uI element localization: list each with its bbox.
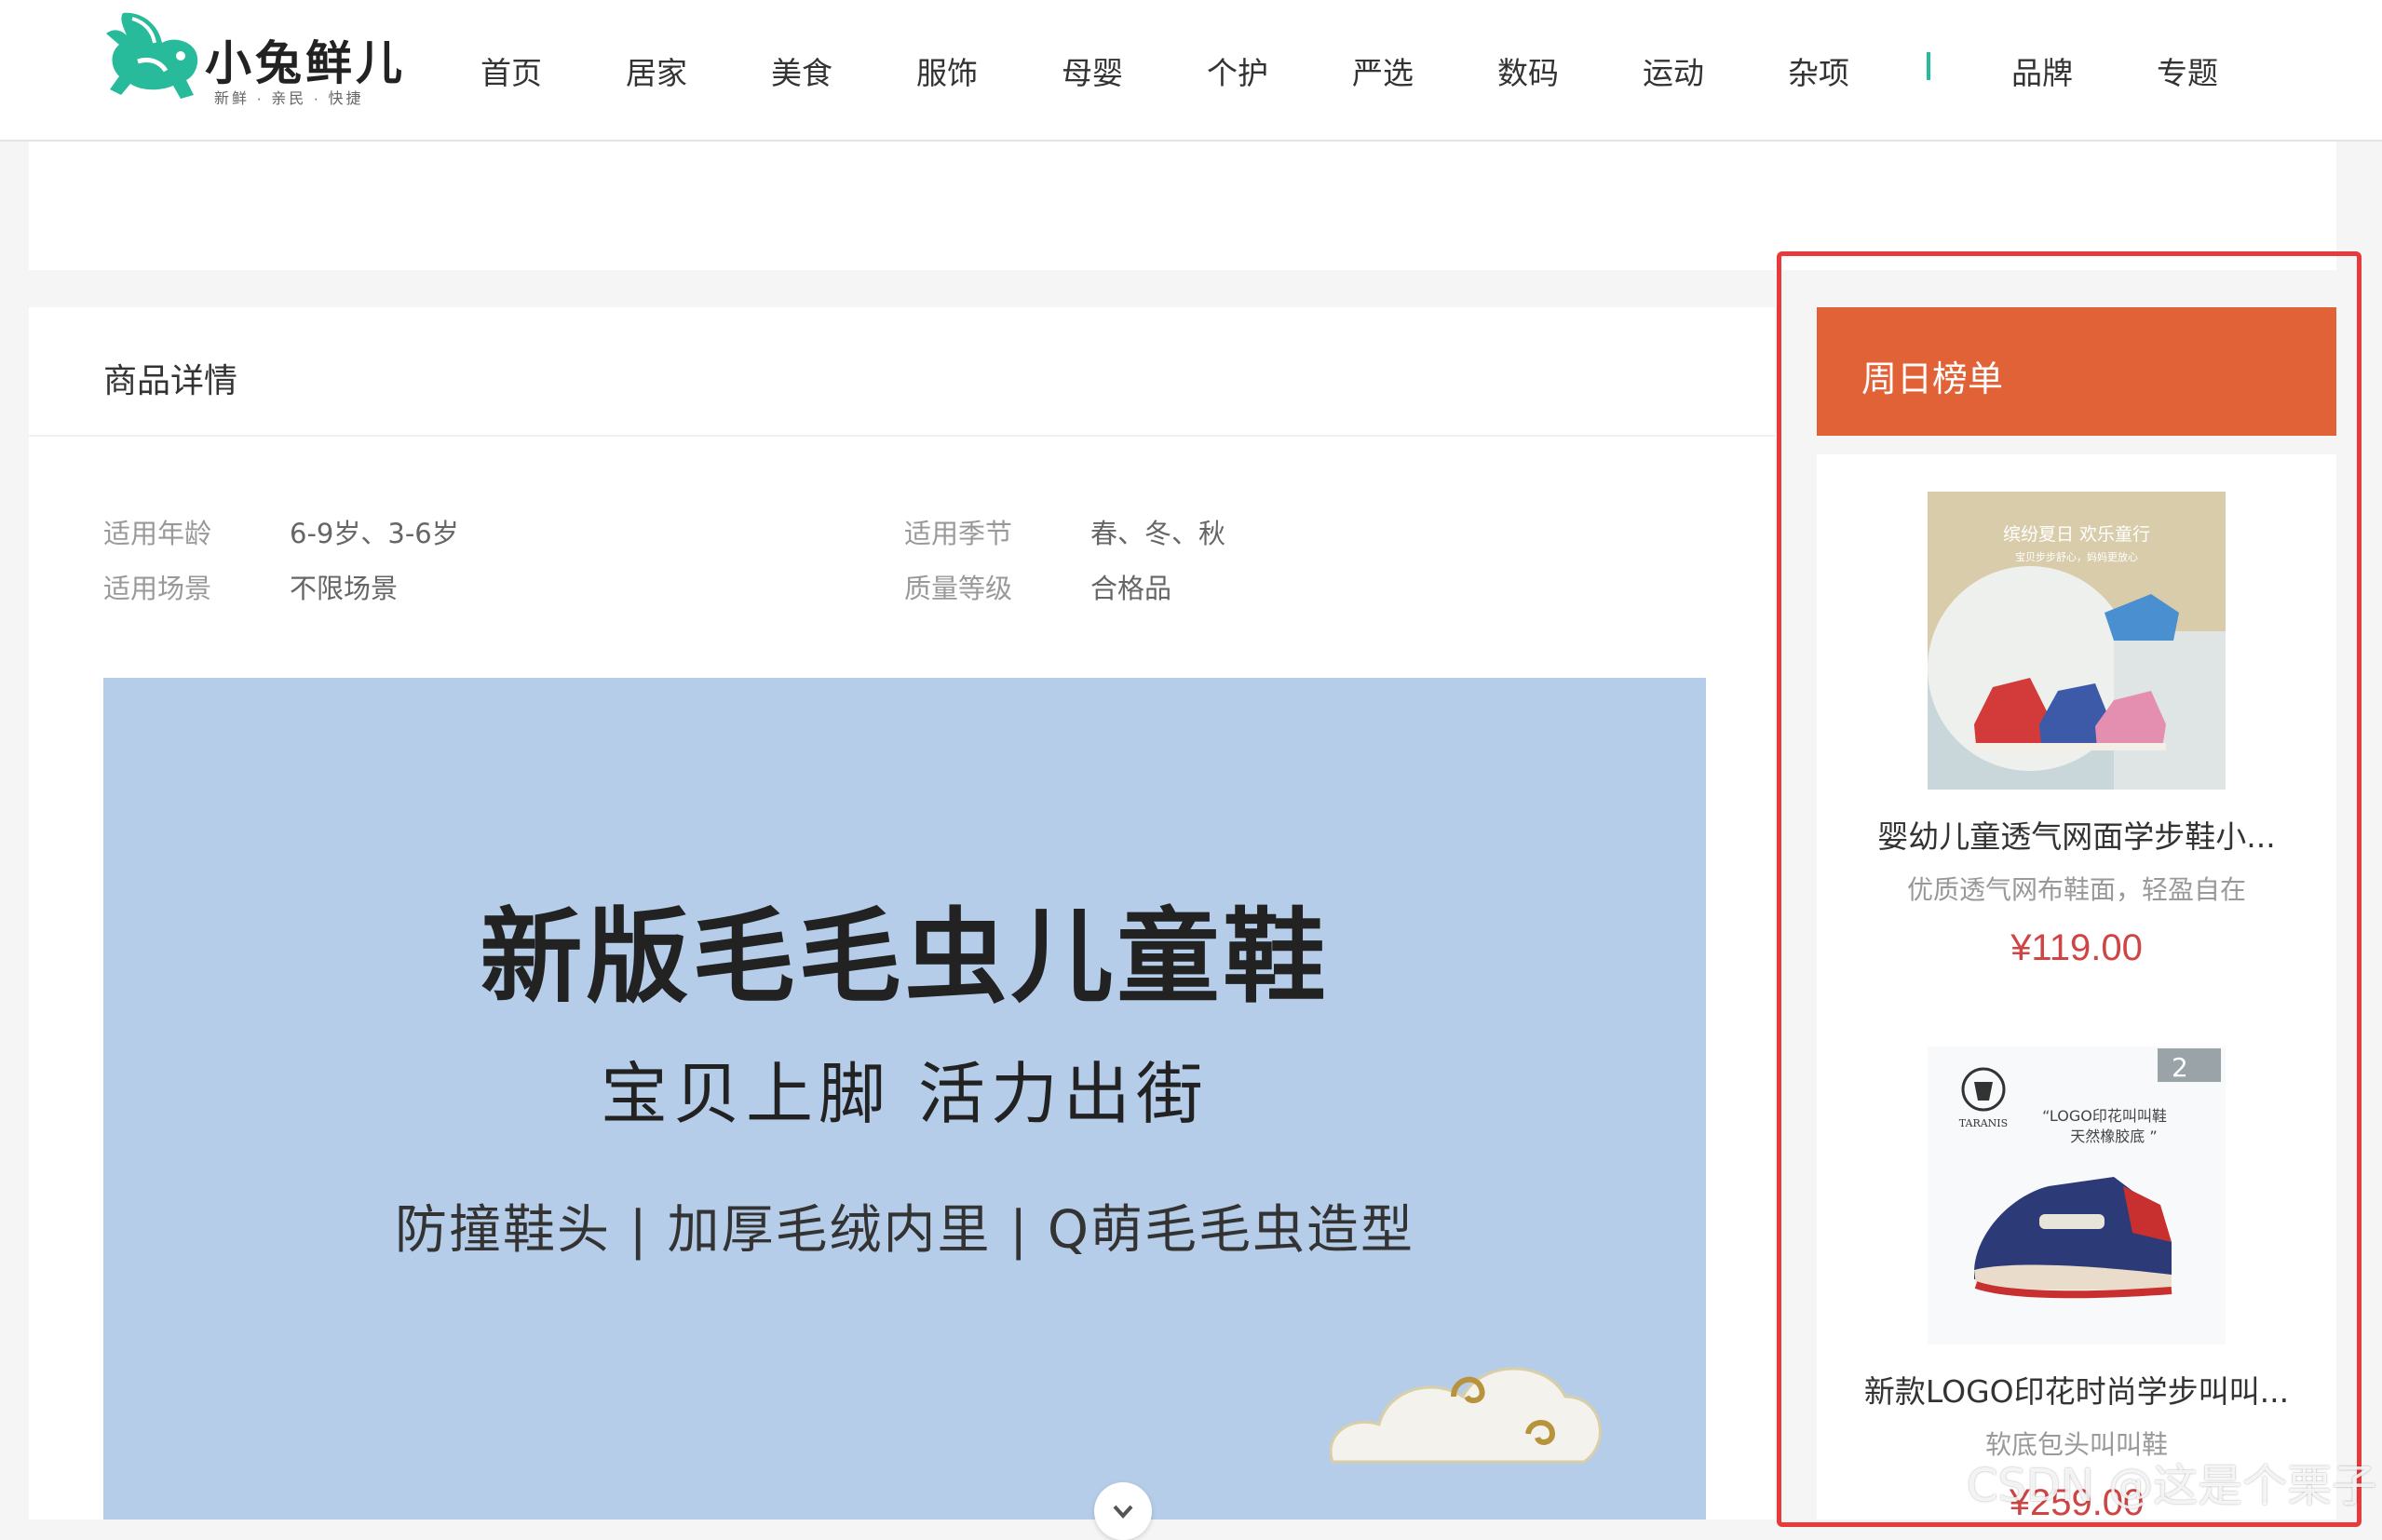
rabbit-logo-icon: [106, 12, 198, 100]
attr-name-scene: 适用场景: [103, 573, 212, 604]
scroll-down-button[interactable]: [1094, 1482, 1152, 1540]
nav-divider: [1927, 52, 1930, 80]
nav-item-misc[interactable]: 杂项: [1788, 48, 1849, 93]
nav-item-apparel[interactable]: 服饰: [916, 48, 978, 93]
goods-image: 缤纷夏日 欢乐童行 宝贝步步舒心，妈妈更放心: [1928, 492, 2226, 790]
attr-value-quality: 合格品: [1090, 573, 1172, 604]
ranking-goods-item[interactable]: 缤纷夏日 欢乐童行 宝贝步步舒心，妈妈更放心 婴幼儿童透气网面学步鞋小... 优…: [1817, 454, 2336, 976]
logo[interactable]: 小兔鲜儿 新鲜 · 亲民 · 快捷: [104, 6, 402, 110]
goods-desc: 优质透气网布鞋面，轻盈自在: [1906, 874, 2246, 905]
attr-name-quality: 质量等级: [904, 573, 1013, 604]
image-caption: 缤纷夏日 欢乐童行: [2003, 524, 2150, 545]
logo-slogan: 新鲜 · 亲民 · 快捷: [214, 91, 364, 107]
image-caption: “LOGO印花叫叫鞋: [2042, 1107, 2167, 1125]
nav-item-topics[interactable]: 专题: [2157, 48, 2218, 93]
banner-title: 新版毛毛虫儿童鞋: [480, 898, 1330, 1017]
shoe-product-image: TARANIS 2 “LOGO印花叫叫鞋 天然橡胶底 ”: [1928, 1047, 2226, 1344]
image-badge: 2: [2172, 1052, 2188, 1083]
nav-item-personal-care[interactable]: 个护: [1207, 48, 1268, 93]
goods-price: ¥119.00: [2010, 927, 2143, 968]
ranking-list: 缤纷夏日 欢乐童行 宝贝步步舒心，妈妈更放心 婴幼儿童透气网面学步鞋小... 优…: [1817, 454, 2336, 1520]
nav-item-home-living[interactable]: 居家: [626, 48, 687, 93]
nav-item-food[interactable]: 美食: [771, 48, 832, 93]
cloud-icon: [1329, 1367, 1602, 1464]
shoe-product-image: 缤纷夏日 欢乐童行 宝贝步步舒心，妈妈更放心: [1928, 492, 2226, 790]
chevron-down-icon: [1113, 1505, 1133, 1519]
ranking-goods-item[interactable]: TARANIS 2 “LOGO印花叫叫鞋 天然橡胶底 ” 新款LOGO印花时尚学…: [1817, 1013, 2336, 1520]
ranking-title: 周日榜单: [1861, 358, 2004, 399]
csdn-watermark: CSDN @这是个栗子: [1967, 1460, 2377, 1512]
logo-name: 小兔鲜儿: [205, 36, 406, 90]
nav-item-sports[interactable]: 运动: [1643, 48, 1704, 93]
attr-name-season: 适用季节: [904, 518, 1013, 549]
details-title: 商品详情: [103, 362, 238, 400]
nav-item-baby[interactable]: 母婴: [1062, 48, 1123, 93]
site-header: 小兔鲜儿 新鲜 · 亲民 · 快捷 首页 居家 美食 服饰 母婴 个护 严选 数…: [0, 0, 2382, 142]
nav-item-brand[interactable]: 品牌: [2011, 48, 2073, 93]
image-subcaption: 宝贝步步舒心，妈妈更放心: [2015, 550, 2138, 563]
attr-value-scene: 不限场景: [290, 573, 399, 604]
attr-name-age: 适用年龄: [103, 518, 212, 549]
attr-value-age: 6-9岁、3-6岁: [290, 518, 459, 549]
goods-details-panel: 商品详情 适用年龄 6-9岁、3-6岁 适用季节 春、冬、秋 适用场景 不限场景…: [29, 307, 1775, 1520]
goods-image: TARANIS 2 “LOGO印花叫叫鞋 天然橡胶底 ”: [1928, 1047, 2226, 1344]
banner-subtitle: 宝贝上脚 活力出街: [601, 1055, 1209, 1133]
detail-banner-image: 新版毛毛虫儿童鞋 宝贝上脚 活力出街 防撞鞋头 | 加厚毛绒内里 | Q萌毛毛虫…: [103, 678, 1706, 1520]
goods-name[interactable]: 新款LOGO印花时尚学步叫叫...: [1817, 1367, 2336, 1412]
divider: [29, 435, 1775, 437]
image-brand: TARANIS: [1959, 1117, 2008, 1129]
image-subcaption: 天然橡胶底 ”: [2070, 1128, 2157, 1145]
banner-features: 防撞鞋头 | 加厚毛绒内里 | Q萌毛毛虫造型: [394, 1200, 1414, 1261]
nav-item-home[interactable]: 首页: [480, 48, 542, 93]
nav-item-selected[interactable]: 严选: [1352, 48, 1414, 93]
attr-value-season: 春、冬、秋: [1090, 518, 1226, 549]
ranking-header: 周日榜单: [1817, 307, 2336, 436]
nav-item-digital[interactable]: 数码: [1497, 48, 1559, 93]
goods-name[interactable]: 婴幼儿童透气网面学步鞋小...: [1817, 812, 2336, 857]
